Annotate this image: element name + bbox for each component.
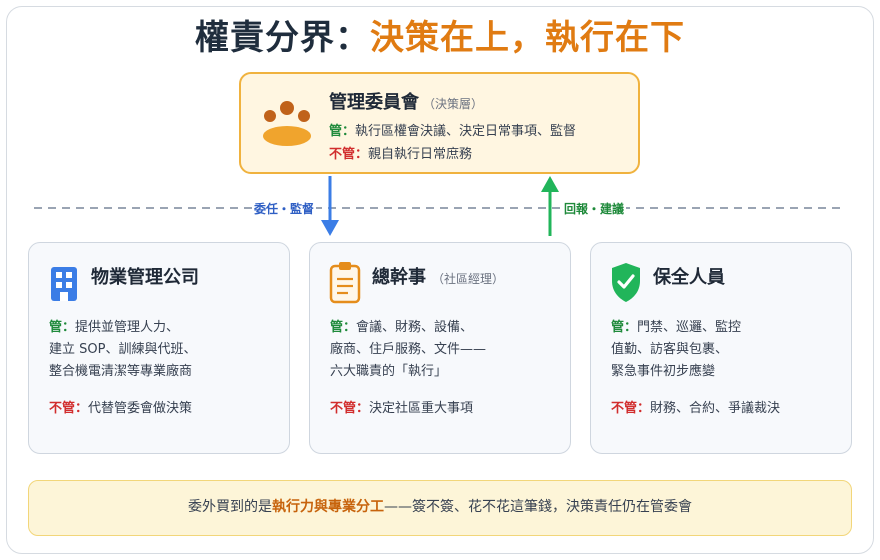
notmanage-key: 不管： bbox=[49, 401, 89, 416]
duty-line: 門禁、巡邏、監控 bbox=[637, 320, 742, 335]
summary-post: ——簽不簽、花不花這筆錢，決策責任仍在管委會 bbox=[384, 499, 692, 515]
manage-text: 執行區權會決議、決定日常事項、監督 bbox=[355, 124, 577, 139]
committee-name: 管理委員會 （決策層） bbox=[329, 92, 484, 113]
notmanage-key: 不管： bbox=[611, 401, 651, 416]
delegate-supervise-label: 委任・監督 bbox=[252, 200, 317, 217]
duty-line: 緊急事件初步應變 bbox=[611, 364, 716, 379]
down-arrow-head bbox=[321, 220, 339, 236]
card-manage-list: 管：提供並管理人力、 建立 SOP、訓練與代班、 整合機電清潔等專業廠商 bbox=[49, 317, 196, 383]
notmanage-key: 不管： bbox=[330, 401, 370, 416]
shield-check-icon bbox=[609, 259, 643, 305]
card-notmanage: 不管：代替管委會做決策 bbox=[49, 397, 192, 416]
notmanage-key: 不管： bbox=[329, 147, 369, 162]
duty-line: 廠商、住戶服務、文件—— bbox=[330, 342, 487, 357]
card-name: 物業管理公司 bbox=[91, 267, 199, 288]
card-name: 總幹事 （社區經理） bbox=[372, 267, 505, 288]
notmanage-text: 親自執行日常庶務 bbox=[368, 147, 473, 162]
duty-line: 六大職責的「執行」 bbox=[330, 364, 448, 379]
duty-line: 會議、財務、設備、 bbox=[356, 320, 474, 335]
notmanage-text: 決定社區重大事項 bbox=[369, 401, 474, 416]
committee-sub: （決策層） bbox=[423, 97, 484, 111]
card-security-staff: 保全人員 管：門禁、巡邏、監控 值勤、訪客與包裹、 緊急事件初步應變 不管：財務… bbox=[590, 242, 852, 454]
card-general-manager: 總幹事 （社區經理） 管：會議、財務、設備、 廠商、住戶服務、文件—— 六大職責的… bbox=[309, 242, 571, 454]
building-icon bbox=[47, 259, 81, 305]
up-arrow-head bbox=[541, 176, 559, 192]
manage-key: 管： bbox=[49, 320, 76, 335]
card-manage-list: 管：會議、財務、設備、 廠商、住戶服務、文件—— 六大職責的「執行」 bbox=[330, 317, 486, 383]
manage-key: 管： bbox=[329, 124, 356, 139]
card-sub: （社區經理） bbox=[432, 272, 505, 286]
card-manage-list: 管：門禁、巡邏、監控 值勤、訪客與包裹、 緊急事件初步應變 bbox=[611, 317, 741, 383]
paw-icon bbox=[261, 98, 313, 148]
summary-highlight: 執行力與專業分工 bbox=[272, 499, 384, 515]
clipboard-icon bbox=[328, 259, 362, 305]
card-property-management: 物業管理公司 管：提供並管理人力、 建立 SOP、訓練與代班、 整合機電清潔等專… bbox=[28, 242, 290, 454]
notmanage-text: 代替管委會做決策 bbox=[88, 401, 193, 416]
report-advise-label: 回報・建議 bbox=[562, 200, 627, 217]
notmanage-text: 財務、合約、爭議裁決 bbox=[650, 401, 781, 416]
card-name: 保全人員 bbox=[653, 267, 725, 288]
manage-key: 管： bbox=[611, 320, 638, 335]
manage-key: 管： bbox=[330, 320, 357, 335]
duty-line: 提供並管理人力、 bbox=[75, 320, 180, 335]
summary-pre: 委外買到的是 bbox=[188, 499, 272, 515]
duty-line: 值勤、訪客與包裹、 bbox=[611, 342, 729, 357]
committee-manage: 管：執行區權會決議、決定日常事項、監督 bbox=[329, 120, 576, 139]
duty-line: 建立 SOP、訓練與代班、 bbox=[49, 342, 197, 357]
card-notmanage: 不管：決定社區重大事項 bbox=[330, 397, 473, 416]
card-notmanage: 不管：財務、合約、爭議裁決 bbox=[611, 397, 780, 416]
committee-box: 管理委員會 （決策層） 管：執行區權會決議、決定日常事項、監督 不管：親自執行日常… bbox=[239, 72, 640, 174]
summary-banner: 委外買到的是執行力與專業分工——簽不簽、花不花這筆錢，決策責任仍在管委會 bbox=[28, 480, 852, 536]
committee-notmanage: 不管：親自執行日常庶務 bbox=[329, 143, 472, 162]
duty-line: 整合機電清潔等專業廠商 bbox=[49, 364, 193, 379]
